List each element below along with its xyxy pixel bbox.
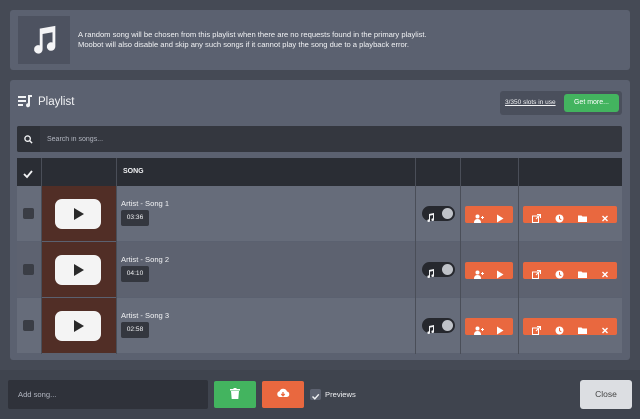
trash-icon <box>230 386 240 404</box>
songs-table: SONG Artist - Song 1 03:36 Artist - Song… <box>17 158 622 354</box>
play-icon[interactable] <box>496 322 504 340</box>
footer-bar: Previews Close <box>0 370 640 419</box>
song-thumbnail <box>41 298 116 353</box>
song-thumbnail <box>41 186 116 241</box>
search-input[interactable] <box>47 126 617 152</box>
music-note-icon <box>427 209 435 227</box>
search-bar <box>17 126 622 152</box>
song-thumbnail <box>41 242 116 297</box>
column-divider <box>116 158 117 354</box>
folder-icon[interactable] <box>578 210 587 228</box>
add-user-icon[interactable] <box>474 322 484 340</box>
column-divider <box>41 158 42 354</box>
cloud-download-icon <box>276 386 290 404</box>
youtube-play-icon[interactable] <box>55 199 101 229</box>
get-more-button[interactable]: Get more... <box>564 94 619 112</box>
info-line-1: A random song will be chosen from this p… <box>78 30 427 39</box>
music-toggle[interactable] <box>422 262 455 278</box>
column-divider <box>415 158 416 354</box>
youtube-play-icon[interactable] <box>55 311 101 341</box>
play-icon[interactable] <box>496 266 504 284</box>
play-icon[interactable] <box>496 210 504 228</box>
check-icon[interactable] <box>23 166 33 184</box>
table-row: Artist - Song 3 02:58 <box>17 298 622 353</box>
clock-icon[interactable] <box>555 322 564 340</box>
folder-icon[interactable] <box>578 266 587 284</box>
download-button[interactable] <box>262 381 304 408</box>
song-duration: 03:36 <box>121 210 149 226</box>
music-toggle[interactable] <box>422 318 455 334</box>
slots-box: 3/350 slots in use Get more... <box>500 91 622 115</box>
playlist-title: Playlist <box>38 96 75 108</box>
music-toggle[interactable] <box>422 206 455 222</box>
table-row: Artist - Song 1 03:36 <box>17 186 622 241</box>
playlist-header: Playlist 3/350 slots in use Get more... <box>10 80 630 125</box>
request-actions <box>465 206 513 223</box>
info-line-2: Moobot will also disable and skip any su… <box>78 40 409 49</box>
row-checkbox[interactable] <box>23 208 34 219</box>
playlist-icon <box>18 95 33 113</box>
song-actions <box>523 318 617 335</box>
song-actions <box>523 262 617 279</box>
external-link-icon[interactable] <box>532 210 542 228</box>
clock-icon[interactable] <box>555 210 564 228</box>
music-note-icon <box>18 16 70 64</box>
close-icon[interactable] <box>601 266 609 284</box>
close-button[interactable]: Close <box>580 380 632 409</box>
song-title: Artist - Song 3 <box>121 311 170 320</box>
youtube-play-icon[interactable] <box>55 255 101 285</box>
song-duration: 04:10 <box>121 266 149 282</box>
row-checkbox[interactable] <box>23 320 34 331</box>
close-icon[interactable] <box>601 322 609 340</box>
column-divider <box>518 158 519 354</box>
table-row: Artist - Song 2 04:10 <box>17 242 622 297</box>
column-divider <box>460 158 461 354</box>
playlist-panel: Playlist 3/350 slots in use Get more... … <box>10 80 630 360</box>
delete-button[interactable] <box>214 381 256 408</box>
song-actions <box>523 206 617 223</box>
song-title: Artist - Song 2 <box>121 255 170 264</box>
request-actions <box>465 318 513 335</box>
info-banner: A random song will be chosen from this p… <box>10 10 630 70</box>
music-note-icon <box>427 321 435 339</box>
song-title: Artist - Song 1 <box>121 199 170 208</box>
info-text: A random song will be chosen from this p… <box>78 30 427 50</box>
row-checkbox[interactable] <box>23 264 34 275</box>
table-header: SONG <box>17 158 622 186</box>
add-song-input[interactable] <box>8 380 208 409</box>
song-duration: 02:58 <box>121 322 149 338</box>
previews-label: Previews <box>325 390 356 399</box>
song-column-header[interactable]: SONG <box>123 168 144 175</box>
add-user-icon[interactable] <box>474 266 484 284</box>
add-user-icon[interactable] <box>474 210 484 228</box>
clock-icon[interactable] <box>555 266 564 284</box>
request-actions <box>465 262 513 279</box>
search-icon[interactable] <box>17 126 40 152</box>
slots-link[interactable]: 3/350 slots in use <box>505 99 556 106</box>
music-note-icon <box>427 265 435 283</box>
external-link-icon[interactable] <box>532 266 542 284</box>
external-link-icon[interactable] <box>532 322 542 340</box>
folder-icon[interactable] <box>578 322 587 340</box>
close-icon[interactable] <box>601 210 609 228</box>
previews-checkbox[interactable] <box>310 389 321 400</box>
